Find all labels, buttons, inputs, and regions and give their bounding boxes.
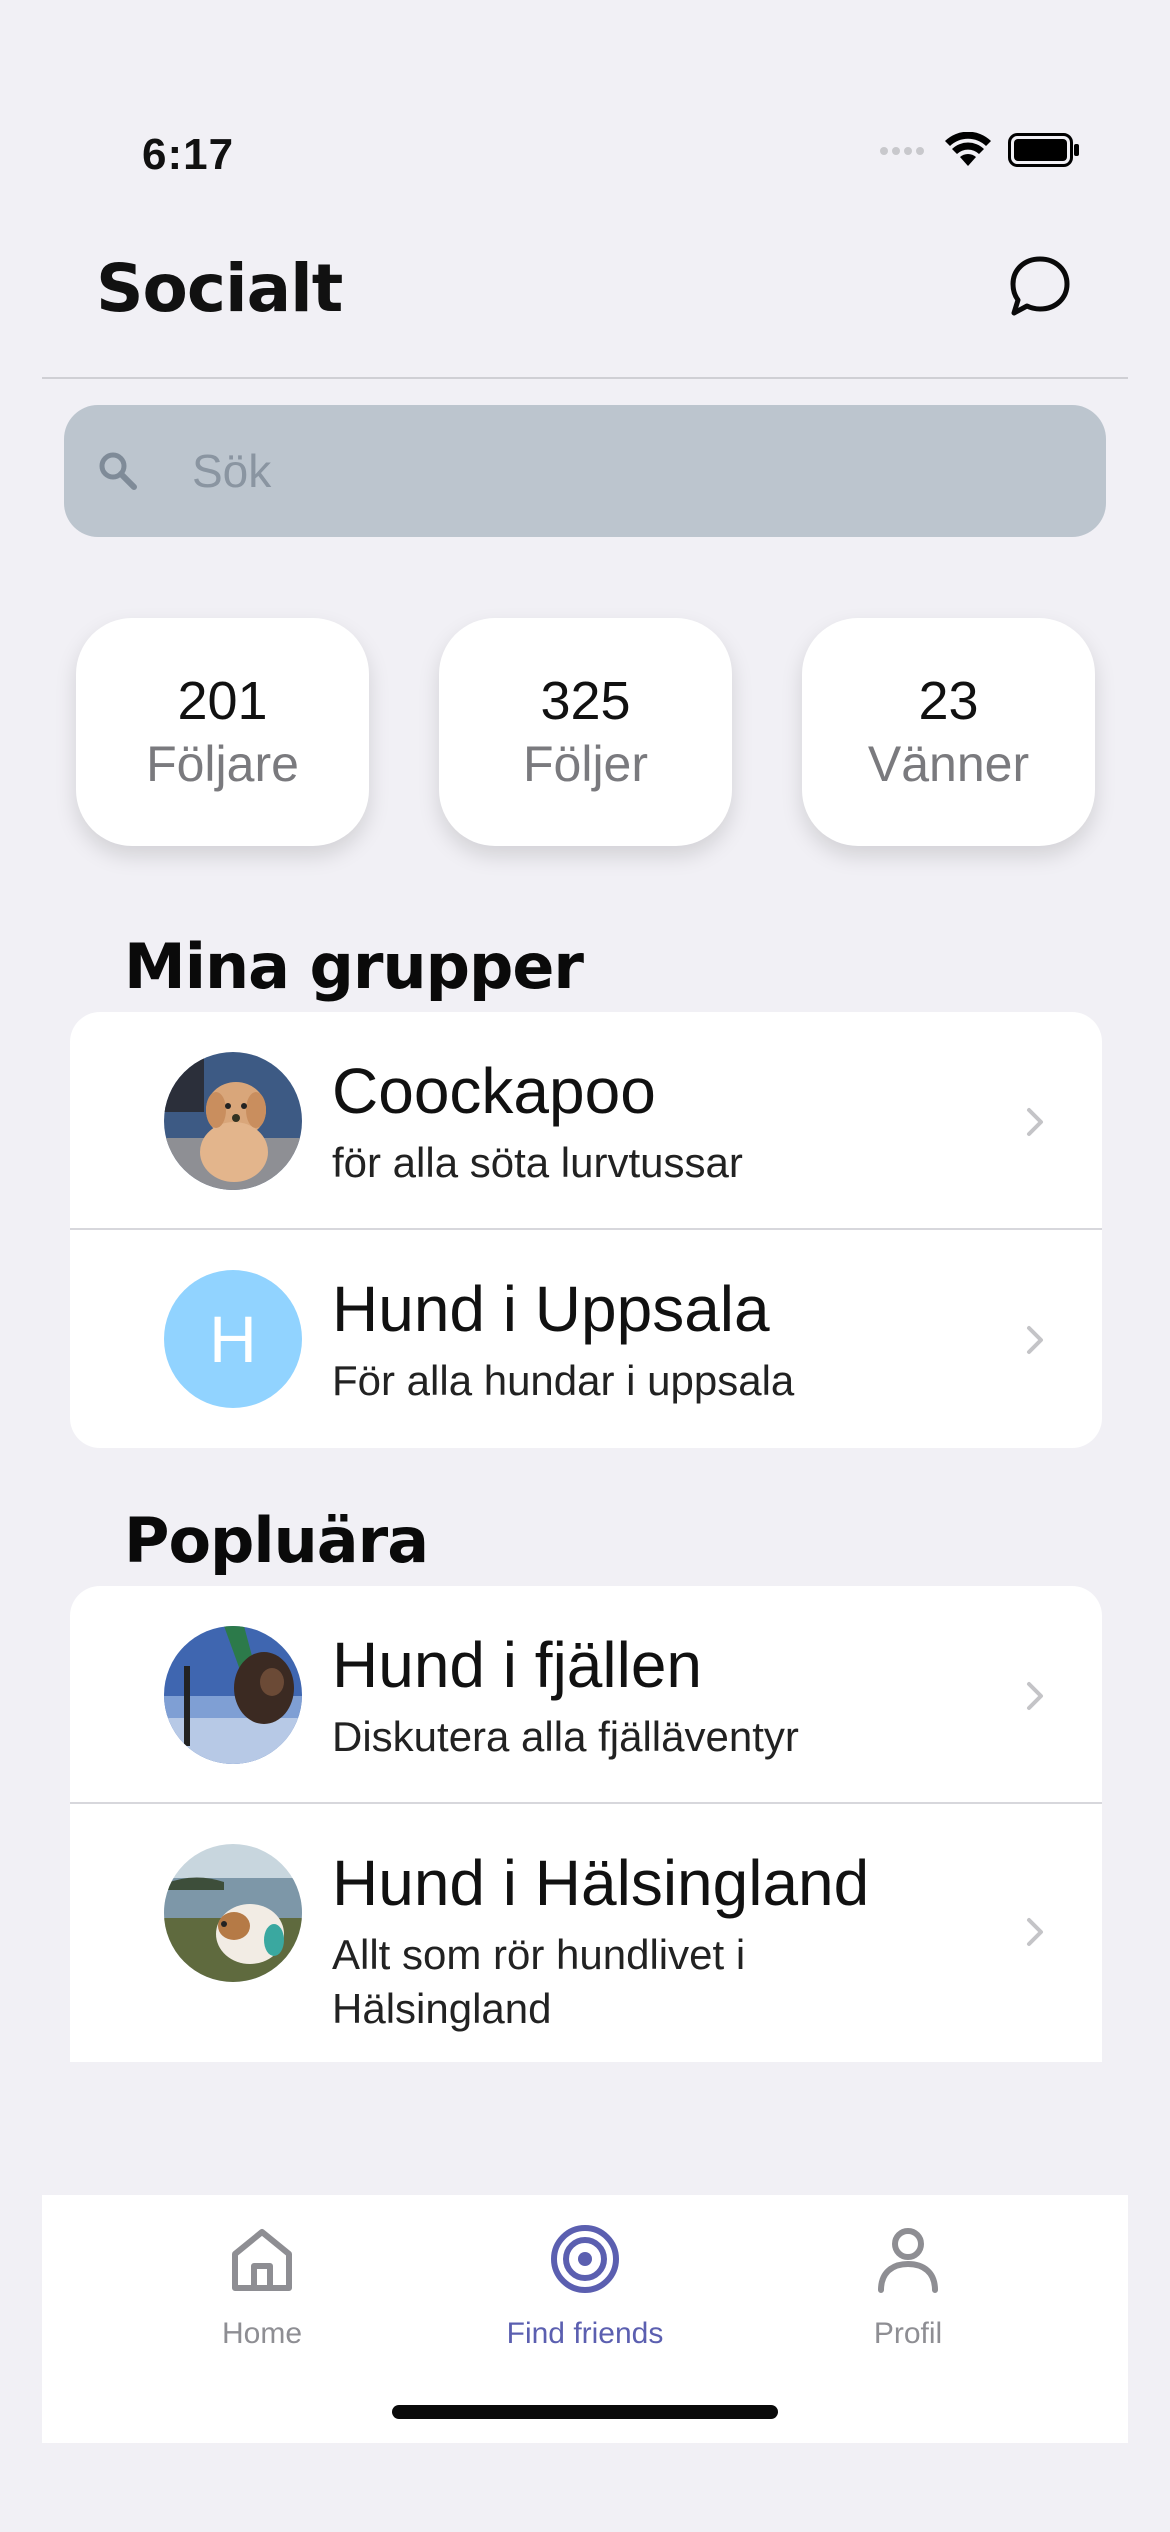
chat-bubble-icon xyxy=(1010,256,1070,316)
followers-count: 201 xyxy=(177,671,268,731)
chevron-right-icon xyxy=(1027,1108,1043,1136)
friends-card[interactable]: 23 Vänner xyxy=(802,618,1095,846)
status-time: 6:17 xyxy=(142,130,235,179)
followers-label: Följare xyxy=(146,736,299,792)
cellular-signal-icon xyxy=(880,147,924,155)
popular-list: Hund i fjällen Diskutera alla fjällävent… xyxy=(70,1586,1102,2062)
page-title: Socialt xyxy=(96,250,343,327)
group-name: Hund i Hälsingland xyxy=(332,1847,870,1919)
popular-title: Popluära xyxy=(124,1504,429,1577)
status-icons xyxy=(878,132,1080,168)
chevron-right-icon xyxy=(1027,1682,1043,1710)
group-avatar xyxy=(164,1844,302,1982)
group-row-coockapoo[interactable]: Coockapoo för alla söta lurvtussar xyxy=(70,1012,1102,1230)
tab-label-find-friends: Find friends xyxy=(506,2317,664,2350)
home-icon xyxy=(224,2221,300,2297)
header: Socialt xyxy=(0,220,1170,380)
group-description: För alla hundar i uppsala xyxy=(332,1357,795,1404)
chat-button[interactable] xyxy=(1002,248,1078,324)
status-bar: 6:17 xyxy=(0,0,1170,210)
header-divider xyxy=(42,377,1128,379)
search-input[interactable] xyxy=(192,444,992,498)
group-row-hund-i-fjallen[interactable]: Hund i fjällen Diskutera alla fjällävent… xyxy=(70,1586,1102,1804)
group-name: Coockapoo xyxy=(332,1055,656,1127)
group-avatar xyxy=(164,1626,302,1764)
battery-icon xyxy=(1008,133,1079,167)
tab-find-friends[interactable]: Find friends xyxy=(435,2195,735,2375)
chevron-right-icon xyxy=(1027,1326,1043,1354)
following-label: Följer xyxy=(522,736,649,792)
group-name: Hund i Uppsala xyxy=(332,1273,770,1345)
group-avatar-letter: H xyxy=(164,1270,302,1408)
group-avatar xyxy=(164,1052,302,1190)
group-row-hund-i-uppsala[interactable]: H Hund i Uppsala För alla hundar i uppsa… xyxy=(70,1230,1102,1448)
search-bar[interactable] xyxy=(64,405,1106,537)
tab-label-profil: Profil xyxy=(873,2317,943,2350)
group-description: Allt som rör hundlivet i Hälsingland xyxy=(332,1931,746,2032)
person-icon xyxy=(870,2221,946,2297)
group-name: Hund i fjällen xyxy=(332,1629,702,1701)
group-description: för alla söta lurvtussar xyxy=(332,1139,743,1186)
friends-count: 23 xyxy=(918,671,979,731)
tab-profil[interactable]: Profil xyxy=(758,2195,1058,2375)
following-count: 325 xyxy=(540,671,631,731)
stats-row: 201 Följare 325 Följer 23 Vänner xyxy=(76,618,1096,846)
tab-home[interactable]: Home xyxy=(112,2195,412,2375)
wifi-icon xyxy=(945,132,991,166)
group-row-hund-i-halsingland[interactable]: Hund i Hälsingland Allt som rör hundlive… xyxy=(70,1804,1102,2062)
search-icon xyxy=(88,441,148,501)
target-icon xyxy=(547,2221,623,2297)
home-indicator[interactable] xyxy=(392,2405,778,2419)
following-card[interactable]: 325 Följer xyxy=(439,618,732,846)
my-groups-list: Coockapoo för alla söta lurvtussar H Hun… xyxy=(70,1012,1102,1448)
group-description: Diskutera alla fjälläventyr xyxy=(332,1713,799,1760)
chevron-right-icon xyxy=(1027,1918,1043,1946)
friends-label: Vänner xyxy=(867,736,1030,792)
followers-card[interactable]: 201 Följare xyxy=(76,618,369,846)
tab-label-home: Home xyxy=(221,2317,303,2350)
my-groups-title: Mina grupper xyxy=(124,930,584,1003)
